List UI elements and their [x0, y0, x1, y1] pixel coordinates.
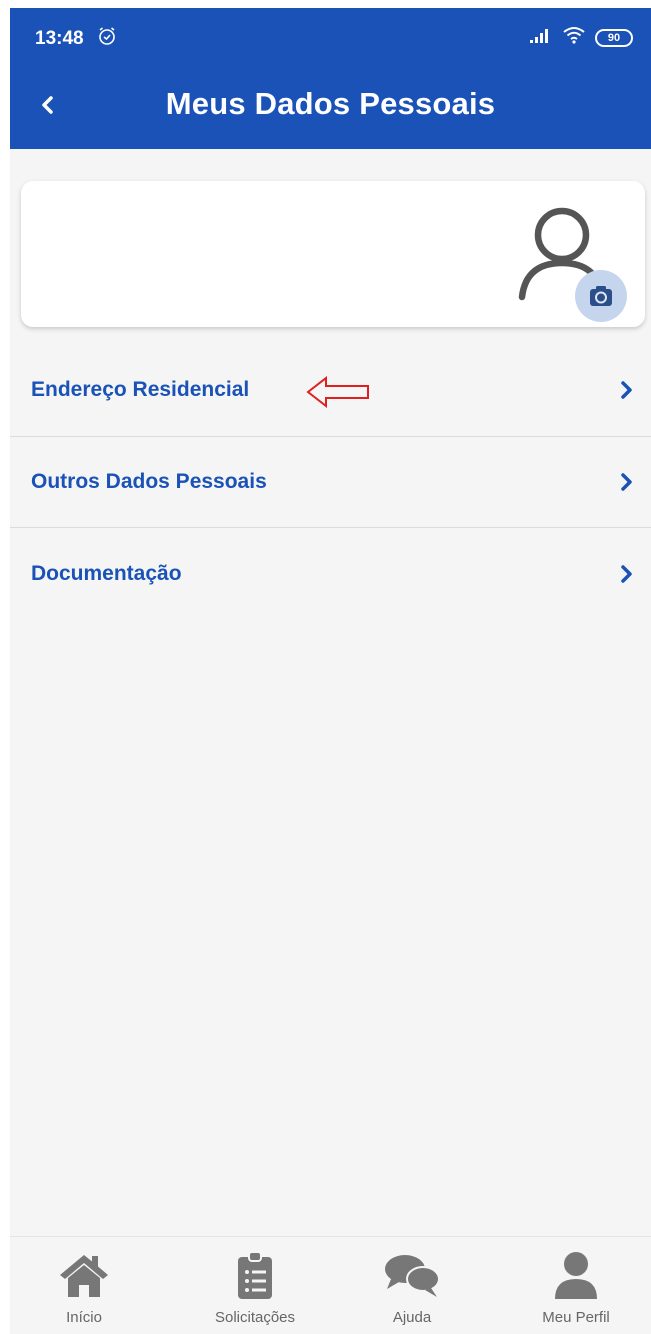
status-bar: 13:48 90	[10, 8, 651, 66]
chevron-right-icon	[621, 473, 632, 491]
annotation-arrow-icon	[306, 375, 372, 414]
nav-item-ajuda[interactable]: Ajuda	[342, 1237, 482, 1334]
status-time: 13:48	[35, 28, 84, 49]
menu-item-label: Outros Dados Pessoais	[31, 470, 267, 493]
nav-item-inicio[interactable]: Início	[14, 1237, 154, 1334]
battery-icon: 90	[595, 28, 633, 47]
app-header: 13:48 90 Meus Dados Pessoais	[10, 8, 651, 149]
chevron-right-icon	[621, 381, 632, 399]
alarm-icon	[97, 26, 117, 51]
chat-bubbles-icon	[385, 1255, 440, 1297]
page-title: Meus Dados Pessoais	[165, 86, 496, 121]
status-icons: 90	[529, 26, 633, 49]
wifi-icon	[562, 26, 586, 49]
bottom-nav: Início Solicitações Ajuda Meu Perfil	[10, 1236, 651, 1334]
nav-label: Meu Perfil	[542, 1309, 610, 1326]
signal-icon	[529, 26, 553, 49]
menu-item-label: Endereço Residencial	[31, 378, 250, 401]
user-icon	[555, 1252, 597, 1299]
nav-label: Solicitações	[214, 1309, 296, 1326]
nav-label: Início	[66, 1309, 102, 1326]
nav-item-meu-perfil[interactable]: Meu Perfil	[506, 1237, 646, 1334]
profile-card	[21, 181, 645, 327]
nav-item-solicitacoes[interactable]: Solicitações	[185, 1237, 325, 1334]
camera-icon	[590, 286, 612, 306]
home-icon	[60, 1255, 108, 1297]
clipboard-list-icon	[238, 1251, 272, 1299]
nav-label: Ajuda	[392, 1309, 432, 1326]
menu-divider	[10, 527, 651, 528]
app-screen: 13:48 90 Meus Dados Pessoais Endereço Re…	[10, 8, 651, 1334]
menu-item-label: Documentação	[31, 562, 182, 585]
menu-item-documentacao[interactable]: Documentação	[10, 529, 651, 619]
change-photo-button[interactable]	[575, 270, 627, 322]
chevron-right-icon	[621, 565, 632, 583]
menu-item-outros-dados-pessoais[interactable]: Outros Dados Pessoais	[10, 437, 651, 527]
